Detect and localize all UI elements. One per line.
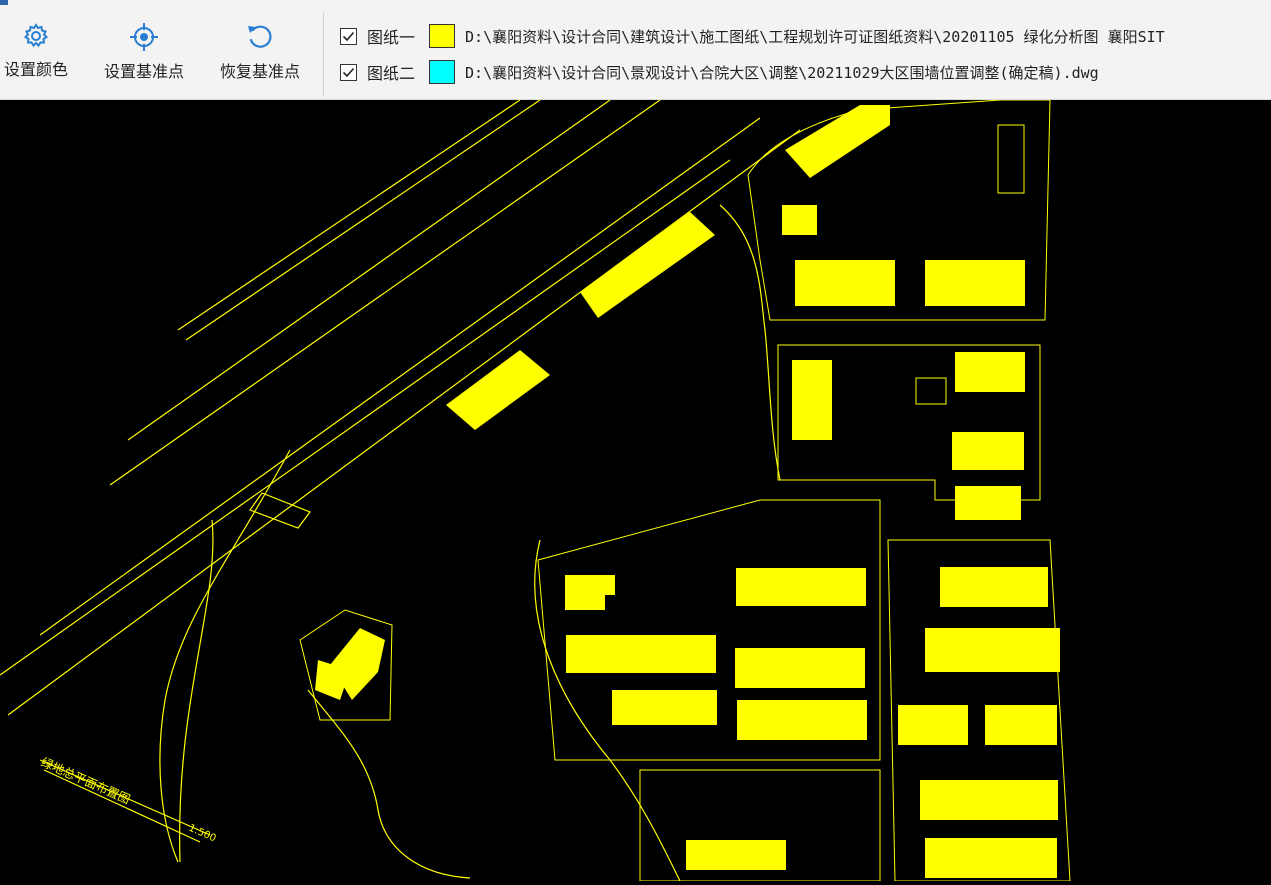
cad-drawing: 绿地总平面布置图 1:500 — [0, 99, 1271, 882]
toolbar-separator — [323, 12, 324, 96]
set-color-label: 设置颜色 — [3, 60, 68, 79]
checkmark-icon — [342, 31, 355, 41]
drawing-2-checkbox[interactable] — [340, 63, 357, 81]
cad-canvas[interactable]: 绿地总平面布置图 1:500 — [0, 99, 1271, 882]
drawing-1-label: 图纸一 — [367, 28, 416, 47]
undo-icon — [248, 25, 272, 48]
set-base-point-label: 设置基准点 — [103, 62, 184, 81]
restore-base-point-label: 恢复基准点 — [219, 62, 300, 81]
drawing-2-path: D:\襄阳资料\设计合同\景观设计\合院大区\调整\20211029大区围墙位置… — [465, 63, 1099, 82]
toolbar: 设置颜色 设置基准点 恢复基准点 图纸一 D:\襄阳资料\设计合同\建筑设计\施… — [0, 0, 1271, 100]
set-color-button[interactable]: 设置颜色 — [0, 22, 72, 86]
drawing-1-color-swatch[interactable] — [429, 24, 456, 48]
drawing-1-path: D:\襄阳资料\设计合同\建筑设计\施工图纸\工程规划许可证图纸资料\20201… — [465, 27, 1165, 46]
drawing-row-2: 图纸二 D:\襄阳资料\设计合同\景观设计\合院大区\调整\20211029大区… — [340, 59, 1099, 85]
drawing-2-color-swatch[interactable] — [429, 60, 456, 84]
drawing-2-label: 图纸二 — [367, 64, 416, 83]
gear-icon — [23, 23, 49, 48]
checkmark-icon — [342, 67, 355, 77]
window-corner-accent — [0, 0, 8, 5]
drawing-row-1: 图纸一 D:\襄阳资料\设计合同\建筑设计\施工图纸\工程规划许可证图纸资料\2… — [340, 23, 1165, 49]
restore-base-point-button[interactable]: 恢复基准点 — [214, 22, 306, 86]
drawing-1-checkbox[interactable] — [340, 27, 357, 45]
set-base-point-button[interactable]: 设置基准点 — [98, 22, 190, 86]
crosshair-icon — [130, 23, 158, 51]
